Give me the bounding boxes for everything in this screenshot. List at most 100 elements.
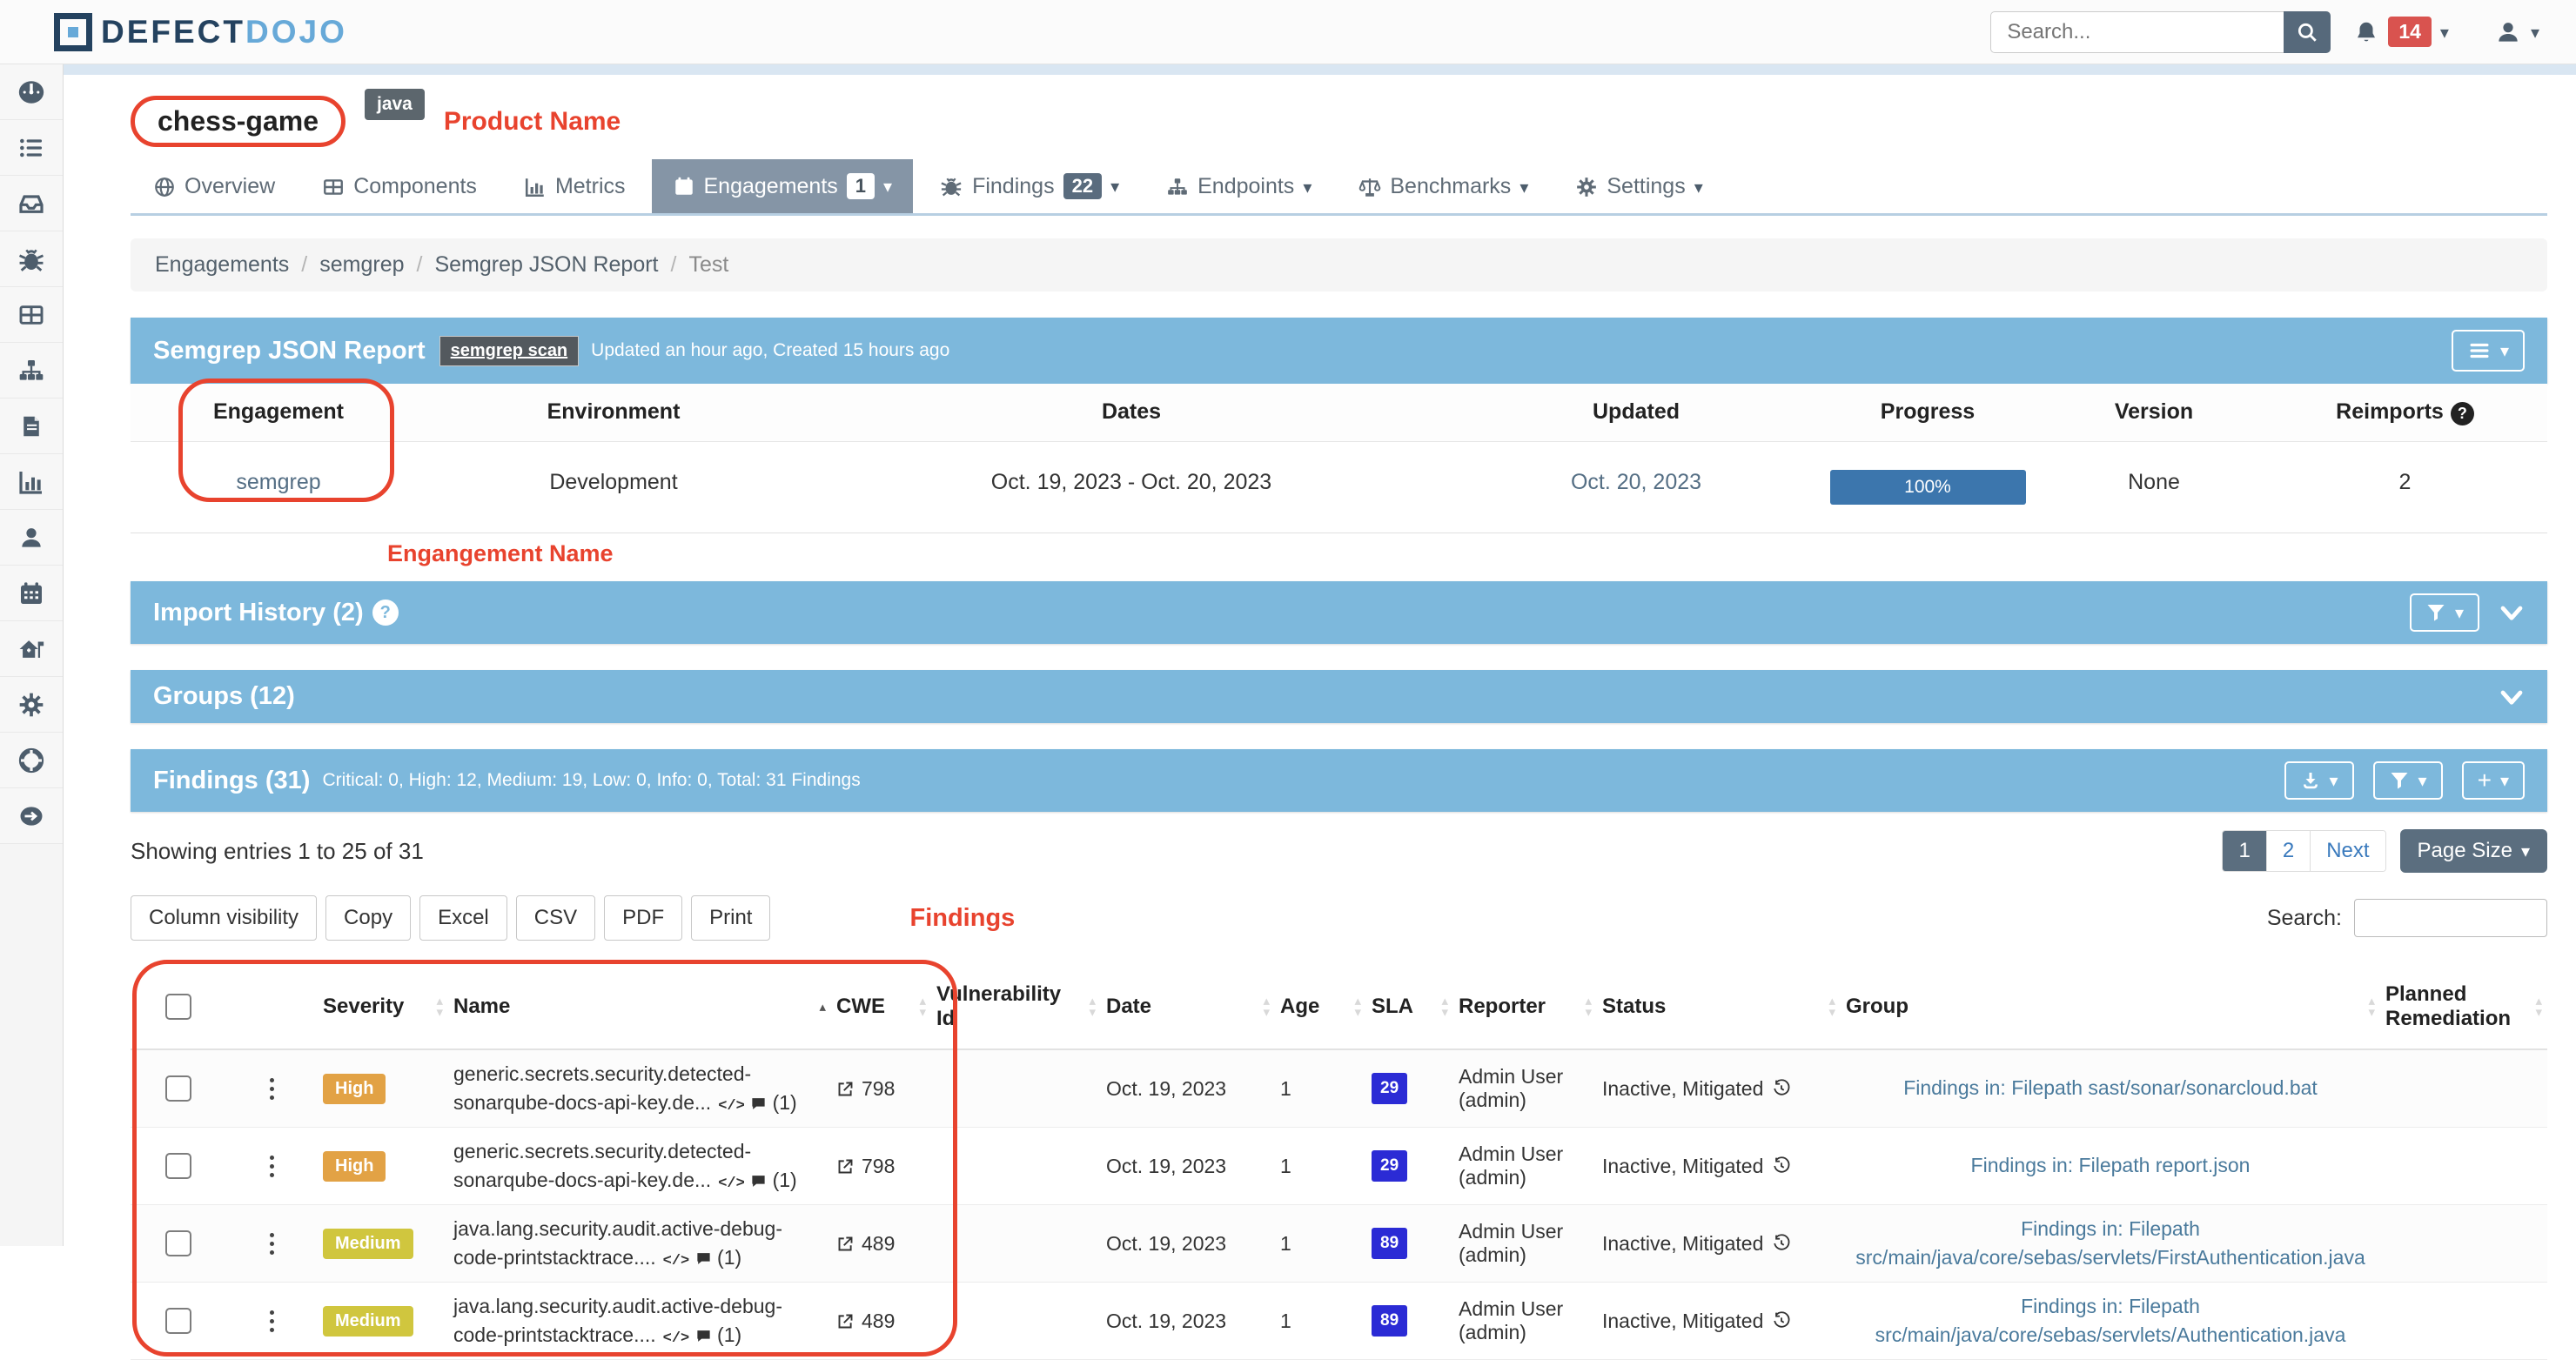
col-name[interactable]: Name▴	[448, 977, 831, 1036]
user-menu[interactable]: ▾	[2494, 18, 2539, 46]
sidebar-item-findings[interactable]	[0, 231, 63, 287]
sidebar-item-settings[interactable]	[0, 677, 63, 733]
findings-add-button[interactable]: + ▾	[2462, 761, 2525, 800]
kebab-menu-icon[interactable]	[231, 1310, 312, 1332]
select-all-checkbox[interactable]	[165, 994, 191, 1020]
finding-age: 1	[1275, 1069, 1366, 1109]
findings-filter-button[interactable]: ▾	[2373, 761, 2443, 800]
sidebar-item-logout[interactable]	[0, 788, 63, 844]
copy-button[interactable]: Copy	[325, 895, 411, 941]
sidebar-item-calendar[interactable]	[0, 566, 63, 621]
search-button[interactable]	[2284, 11, 2331, 53]
sidebar-item-list[interactable]	[0, 120, 63, 176]
csv-button[interactable]: CSV	[516, 895, 595, 941]
sidebar-item-endpoints[interactable]	[0, 343, 63, 399]
updated-link[interactable]: Oct. 20, 2023	[1571, 470, 1701, 494]
column-visibility-button[interactable]: Column visibility	[131, 895, 317, 941]
history-icon[interactable]	[1772, 1079, 1791, 1098]
findings-download-button[interactable]: ▾	[2284, 761, 2354, 800]
print-button[interactable]: Print	[691, 895, 770, 941]
engagement-name-annotation-label: Engangement Name	[387, 540, 2547, 567]
history-icon[interactable]	[1772, 1311, 1791, 1330]
product-name[interactable]: chess-game	[158, 105, 319, 137]
tab-components[interactable]: Components	[301, 160, 498, 213]
kebab-menu-icon[interactable]	[231, 1156, 312, 1177]
kebab-menu-icon[interactable]	[231, 1078, 312, 1100]
cwe-link[interactable]: 798	[862, 1155, 895, 1178]
tab-overview[interactable]: Overview	[132, 160, 296, 213]
row-checkbox[interactable]	[165, 1230, 191, 1256]
next-page-button[interactable]: Next	[2311, 831, 2385, 871]
sidebar-item-support[interactable]	[0, 733, 63, 788]
finding-date: Oct. 19, 2023	[1101, 1146, 1275, 1187]
groups-panel-header[interactable]: Groups (12)	[131, 670, 2547, 723]
kebab-menu-icon[interactable]	[231, 1233, 312, 1255]
table-search-input[interactable]	[2354, 899, 2547, 937]
col-planned-remediation[interactable]: Planned Remediation▴▾	[2380, 965, 2547, 1048]
col-severity[interactable]: Severity▴▾	[318, 977, 448, 1036]
finding-group-link[interactable]: Findings in: Filepath src/main/java/core…	[1855, 1217, 2365, 1269]
breadcrumb-engagements[interactable]: Engagements	[155, 252, 289, 278]
scan-type-badge[interactable]: semgrep scan	[439, 336, 580, 366]
col-status[interactable]: Status▴▾	[1597, 977, 1841, 1036]
cwe-link[interactable]: 798	[862, 1077, 895, 1101]
row-checkbox[interactable]	[165, 1308, 191, 1334]
col-cwe[interactable]: CWE▴▾	[831, 977, 931, 1036]
row-checkbox[interactable]	[165, 1153, 191, 1179]
row-checkbox[interactable]	[165, 1075, 191, 1102]
tab-settings[interactable]: Settings ▾	[1554, 160, 1723, 213]
sidebar-item-reports[interactable]	[0, 399, 63, 454]
sidebar-item-metrics[interactable]	[0, 454, 63, 510]
col-age[interactable]: Age▴▾	[1275, 977, 1366, 1036]
col-date[interactable]: Date▴▾	[1101, 977, 1275, 1036]
bug-icon	[939, 174, 963, 198]
breadcrumb-semgrep[interactable]: semgrep	[319, 252, 404, 278]
col-group[interactable]: Group▴▾	[1841, 977, 2380, 1036]
finding-group-link[interactable]: Findings in: Filepath src/main/java/core…	[1875, 1295, 2346, 1346]
tab-benchmarks[interactable]: Benchmarks ▾	[1338, 160, 1549, 213]
finding-group-link[interactable]: Findings in: Filepath report.json	[1971, 1154, 2251, 1176]
finding-group-link[interactable]: Findings in: Filepath sast/sonar/sonarcl…	[1903, 1076, 2318, 1099]
finding-name[interactable]: generic.secrets.security.detected-sonarq…	[453, 1140, 751, 1191]
groups-title: Groups (12)	[153, 682, 295, 711]
history-icon[interactable]	[1772, 1234, 1791, 1253]
sidebar-item-dashboard[interactable]	[0, 64, 63, 120]
sidebar-item-inbox[interactable]	[0, 176, 63, 231]
tab-endpoints[interactable]: Endpoints ▾	[1145, 160, 1332, 213]
help-icon[interactable]: ?	[372, 600, 399, 626]
defectdojo-logo[interactable]: DEFECTDOJO	[54, 13, 347, 51]
report-menu-button[interactable]: ▾	[2452, 330, 2525, 372]
engagement-link[interactable]: semgrep	[236, 470, 320, 494]
collapse-chevron-icon[interactable]	[2499, 600, 2525, 626]
cwe-link[interactable]: 489	[862, 1310, 895, 1333]
sidebar-item-users[interactable]	[0, 510, 63, 566]
history-icon[interactable]	[1772, 1156, 1791, 1176]
notifications-menu[interactable]: 14 ▾	[2353, 17, 2449, 47]
life-ring-icon	[17, 747, 45, 774]
page-2-button[interactable]: 2	[2267, 831, 2311, 871]
help-icon[interactable]: ?	[2451, 402, 2474, 425]
cwe-link[interactable]: 489	[862, 1232, 895, 1256]
search-input[interactable]	[1990, 11, 2284, 53]
finding-name[interactable]: generic.secrets.security.detected-sonarq…	[453, 1062, 751, 1114]
breadcrumb-semgrep-json-report[interactable]: Semgrep JSON Report	[434, 252, 658, 278]
table-search-label: Search:	[2267, 906, 2342, 931]
product-name-annotation-oval: chess-game	[131, 96, 345, 147]
import-history-panel-header[interactable]: Import History (2) ? ▾	[131, 581, 2547, 644]
import-history-filter-button[interactable]: ▾	[2410, 593, 2479, 632]
collapse-chevron-icon[interactable]	[2499, 684, 2525, 710]
finding-status: Inactive, Mitigated	[1602, 1155, 1763, 1178]
col-sla[interactable]: SLA▴▾	[1366, 977, 1453, 1036]
col-reporter[interactable]: Reporter▴▾	[1453, 977, 1597, 1036]
tab-engagements[interactable]: Engagements 1 ▾	[652, 159, 914, 213]
tab-findings[interactable]: Findings 22 ▾	[918, 159, 1140, 213]
col-vulnerability-id[interactable]: Vulnerability Id▴▾	[931, 965, 1101, 1048]
sidebar-item-benchmarks[interactable]	[0, 621, 63, 677]
pdf-button[interactable]: PDF	[604, 895, 682, 941]
sidebar-item-components[interactable]	[0, 287, 63, 343]
filter-icon	[2425, 602, 2446, 623]
page-size-button[interactable]: Page Size ▾	[2400, 829, 2547, 873]
page-1-button[interactable]: 1	[2223, 831, 2266, 871]
tab-metrics[interactable]: Metrics	[503, 160, 647, 213]
excel-button[interactable]: Excel	[419, 895, 507, 941]
